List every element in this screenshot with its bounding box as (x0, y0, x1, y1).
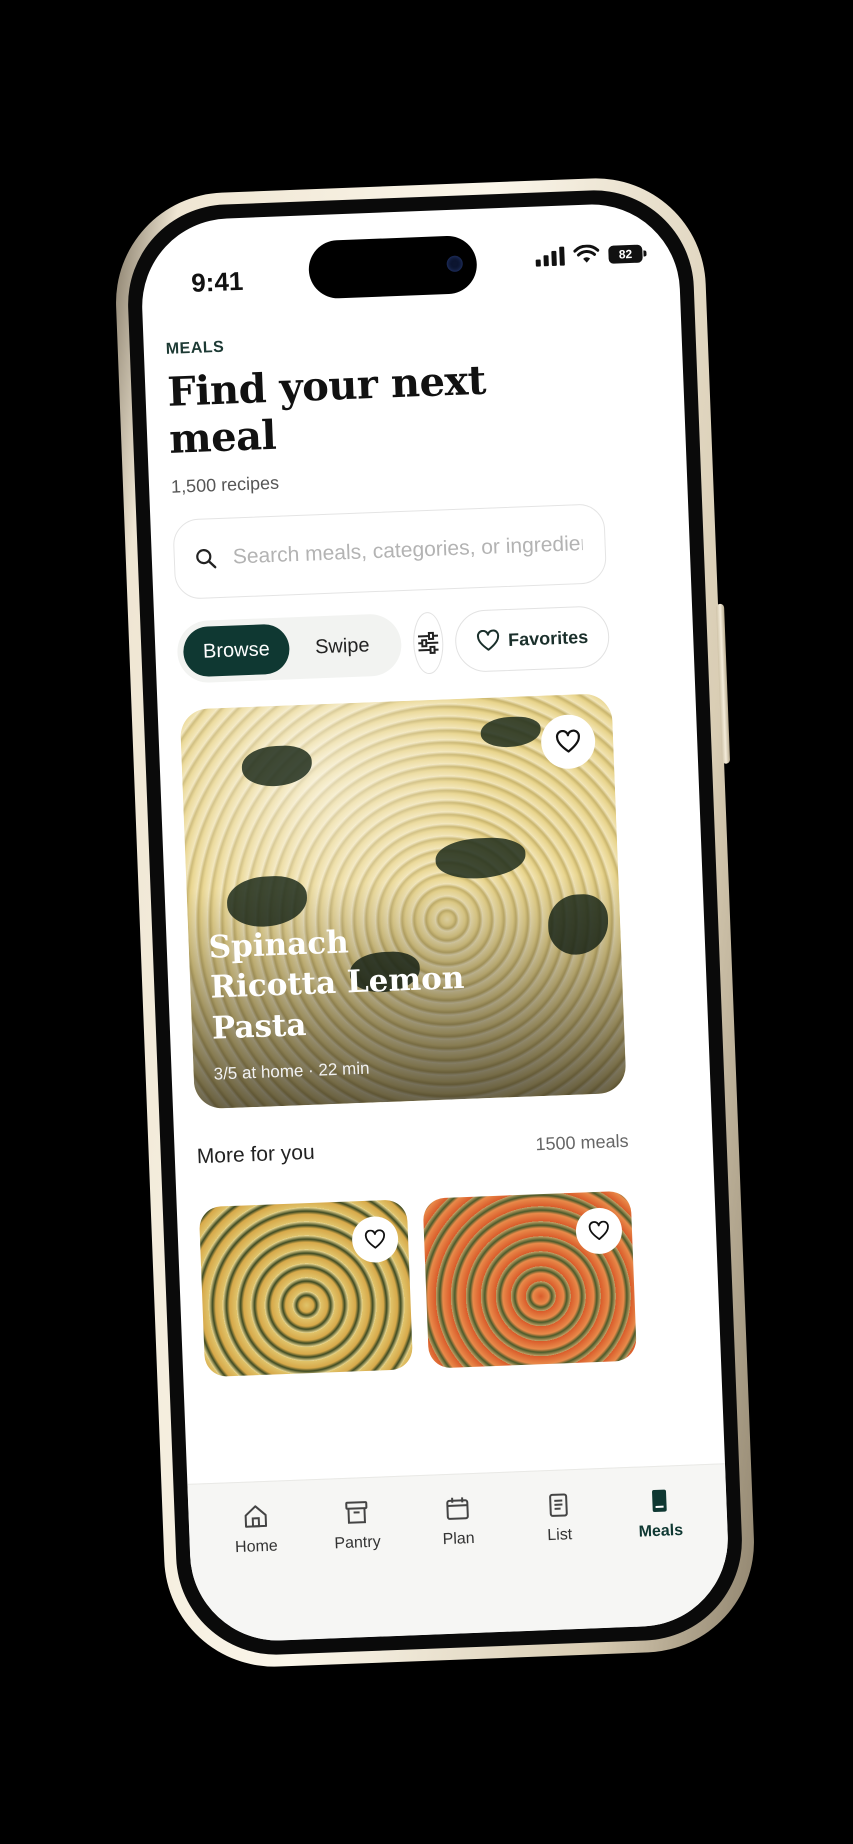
pantry-icon (345, 1501, 368, 1524)
phone-bezel: 9:41 82 MEALS Find your next meal 1,500 … (124, 186, 746, 1659)
more-count: 1500 meals (535, 1130, 629, 1155)
controls-row: Browse Swipe Favorites (176, 605, 611, 684)
page-title: Find your next meal (166, 356, 487, 463)
tab-label: List (546, 1526, 573, 1545)
main-content: MEALS Find your next meal 1,500 recipes … (165, 324, 637, 1378)
search-box[interactable] (172, 503, 608, 600)
camera-icon (446, 255, 464, 273)
recipe-count: 1,500 recipes (170, 472, 280, 497)
signal-icon (535, 246, 565, 267)
search-input[interactable] (230, 530, 586, 571)
tab-home[interactable]: Home (215, 1501, 300, 1643)
tab-plan[interactable]: Plan (417, 1493, 502, 1635)
tab-label: Home (234, 1537, 279, 1557)
meals-icon (652, 1489, 668, 1512)
calendar-icon (446, 1497, 469, 1520)
home-icon (244, 1505, 267, 1528)
browse-tab[interactable]: Browse (182, 623, 291, 678)
sliders-icon (417, 631, 439, 655)
card-favorite-button[interactable] (575, 1207, 623, 1255)
card-favorite-button[interactable] (351, 1215, 399, 1264)
battery-icon: 82 (608, 244, 643, 264)
wifi-icon (573, 244, 600, 263)
phone-frame: 9:41 82 MEALS Find your next meal 1,500 … (111, 174, 759, 1671)
tab-pantry[interactable]: Pantry (316, 1497, 401, 1639)
more-header: More for you 1500 meals (196, 1129, 629, 1170)
heart-icon (476, 629, 500, 651)
tab-label: Pantry (334, 1533, 381, 1553)
status-icons: 82 (535, 243, 643, 267)
tab-label: Meals (638, 1521, 684, 1541)
list-icon (549, 1493, 568, 1517)
tab-meals[interactable]: Meals (619, 1485, 704, 1627)
heart-icon (588, 1220, 609, 1241)
recipe-card[interactable] (198, 1199, 414, 1378)
dynamic-island (307, 234, 478, 300)
tab-label: Plan (442, 1529, 475, 1549)
view-toggle: Browse Swipe (176, 613, 403, 684)
filter-button[interactable] (412, 611, 445, 675)
phone-screen: 9:41 82 MEALS Find your next meal 1,500 … (138, 201, 732, 1644)
heart-icon (555, 729, 580, 753)
tab-bar: Home Pantry Plan List Meals (187, 1463, 732, 1644)
featured-title: Spinach Ricotta Lemon Pasta (208, 924, 466, 1047)
tab-list[interactable]: List (518, 1489, 603, 1631)
recipe-cards (198, 1190, 637, 1378)
section-label: MEALS (165, 338, 225, 358)
recipe-card[interactable] (422, 1190, 637, 1369)
favorites-button[interactable]: Favorites (454, 605, 611, 673)
swipe-tab[interactable]: Swipe (288, 619, 396, 673)
heart-icon (364, 1229, 385, 1249)
status-time: 9:41 (190, 265, 244, 298)
side-button (715, 603, 731, 764)
favorites-label: Favorites (507, 626, 589, 650)
search-icon (196, 549, 217, 569)
featured-recipe-card[interactable]: Spinach Ricotta Lemon Pasta 3/5 at home … (179, 693, 627, 1110)
more-title: More for you (196, 1140, 316, 1169)
